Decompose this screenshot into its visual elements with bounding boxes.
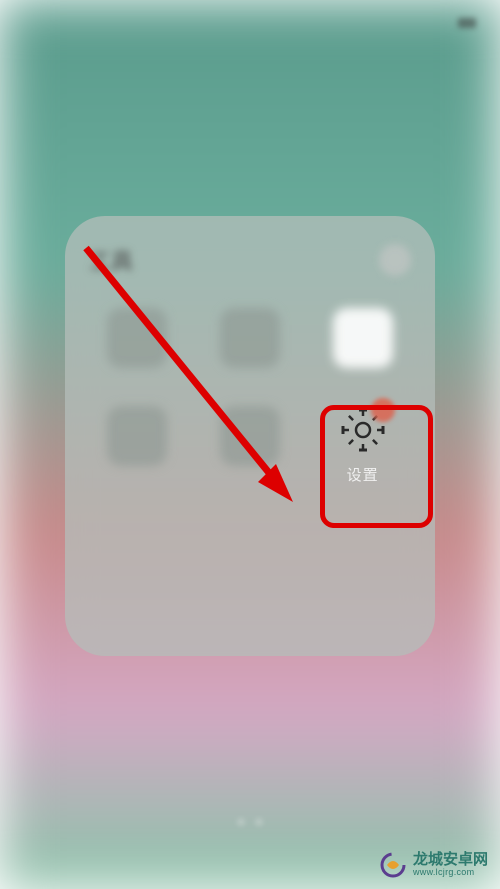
folder-menu-button[interactable] (379, 244, 411, 276)
app-folder-panel: 工具 (65, 216, 435, 656)
settings-app[interactable]: 设置 (318, 406, 408, 485)
app-label: 设置 (347, 464, 379, 485)
app-icon (333, 308, 393, 368)
app-icon (107, 308, 167, 368)
folder-title: 工具 (89, 244, 133, 276)
home-indicator[interactable] (232, 817, 268, 835)
app-item[interactable] (92, 406, 182, 485)
app-icon (107, 406, 167, 466)
app-item[interactable] (92, 308, 182, 378)
status-right (458, 18, 480, 28)
watermark-logo-icon (379, 851, 407, 879)
app-item[interactable] (205, 308, 295, 378)
watermark: 龙城安卓网 www.lcjrg.com (379, 851, 488, 879)
app-grid: 设置 (89, 308, 411, 485)
watermark-url: www.lcjrg.com (413, 868, 488, 878)
app-item[interactable] (318, 308, 408, 378)
notification-badge (371, 398, 395, 422)
app-icon (220, 406, 280, 466)
app-item[interactable] (205, 406, 295, 485)
watermark-name: 龙城安卓网 (413, 852, 488, 869)
status-bar (0, 8, 500, 38)
app-icon (220, 308, 280, 368)
